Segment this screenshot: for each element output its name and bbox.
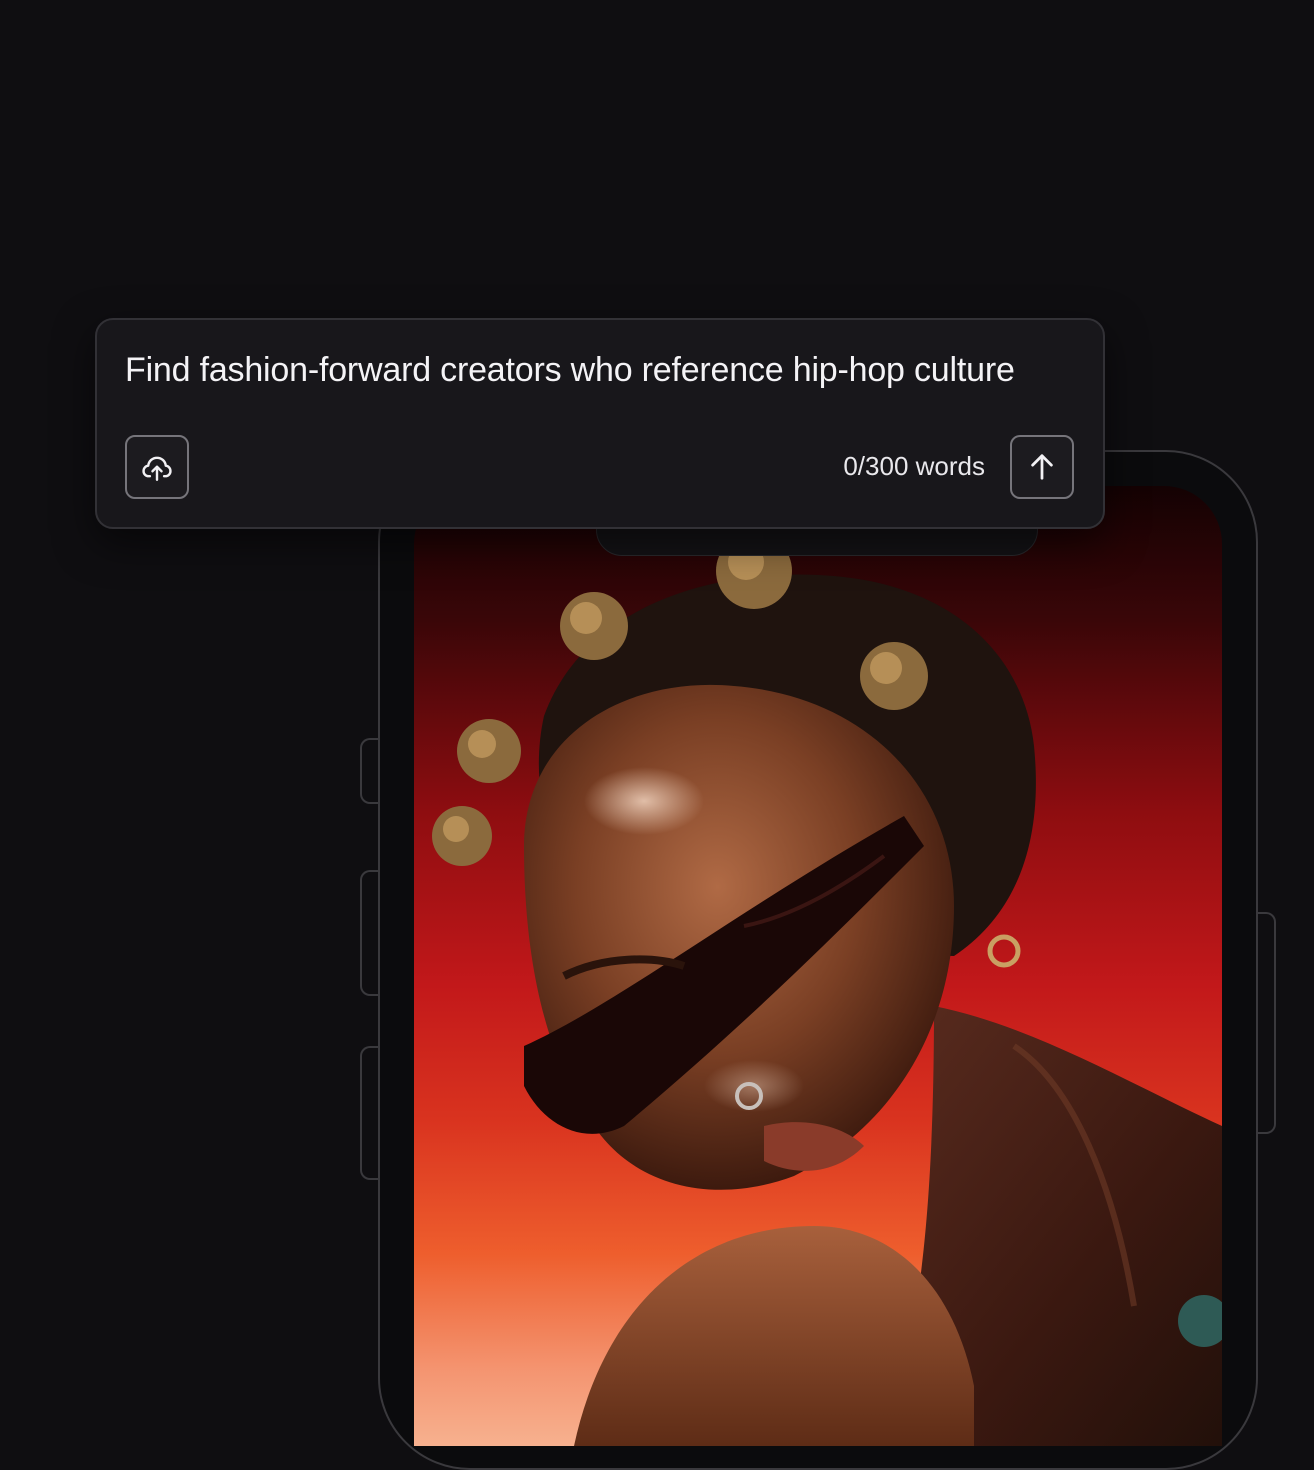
arrow-up-icon	[1031, 454, 1053, 480]
word-count: 0/300 words	[843, 451, 985, 481]
upload-button[interactable]	[125, 435, 189, 499]
creator-portrait-image	[432, 533, 1222, 1446]
prompt-input[interactable]: Find fashion-forward creators who refere…	[125, 350, 1085, 390]
prompt-card: Find fashion-forward creators who refere…	[95, 318, 1105, 529]
phone-screen	[414, 486, 1222, 1446]
cloud-upload-icon	[142, 456, 172, 481]
send-button[interactable]	[1010, 435, 1074, 499]
